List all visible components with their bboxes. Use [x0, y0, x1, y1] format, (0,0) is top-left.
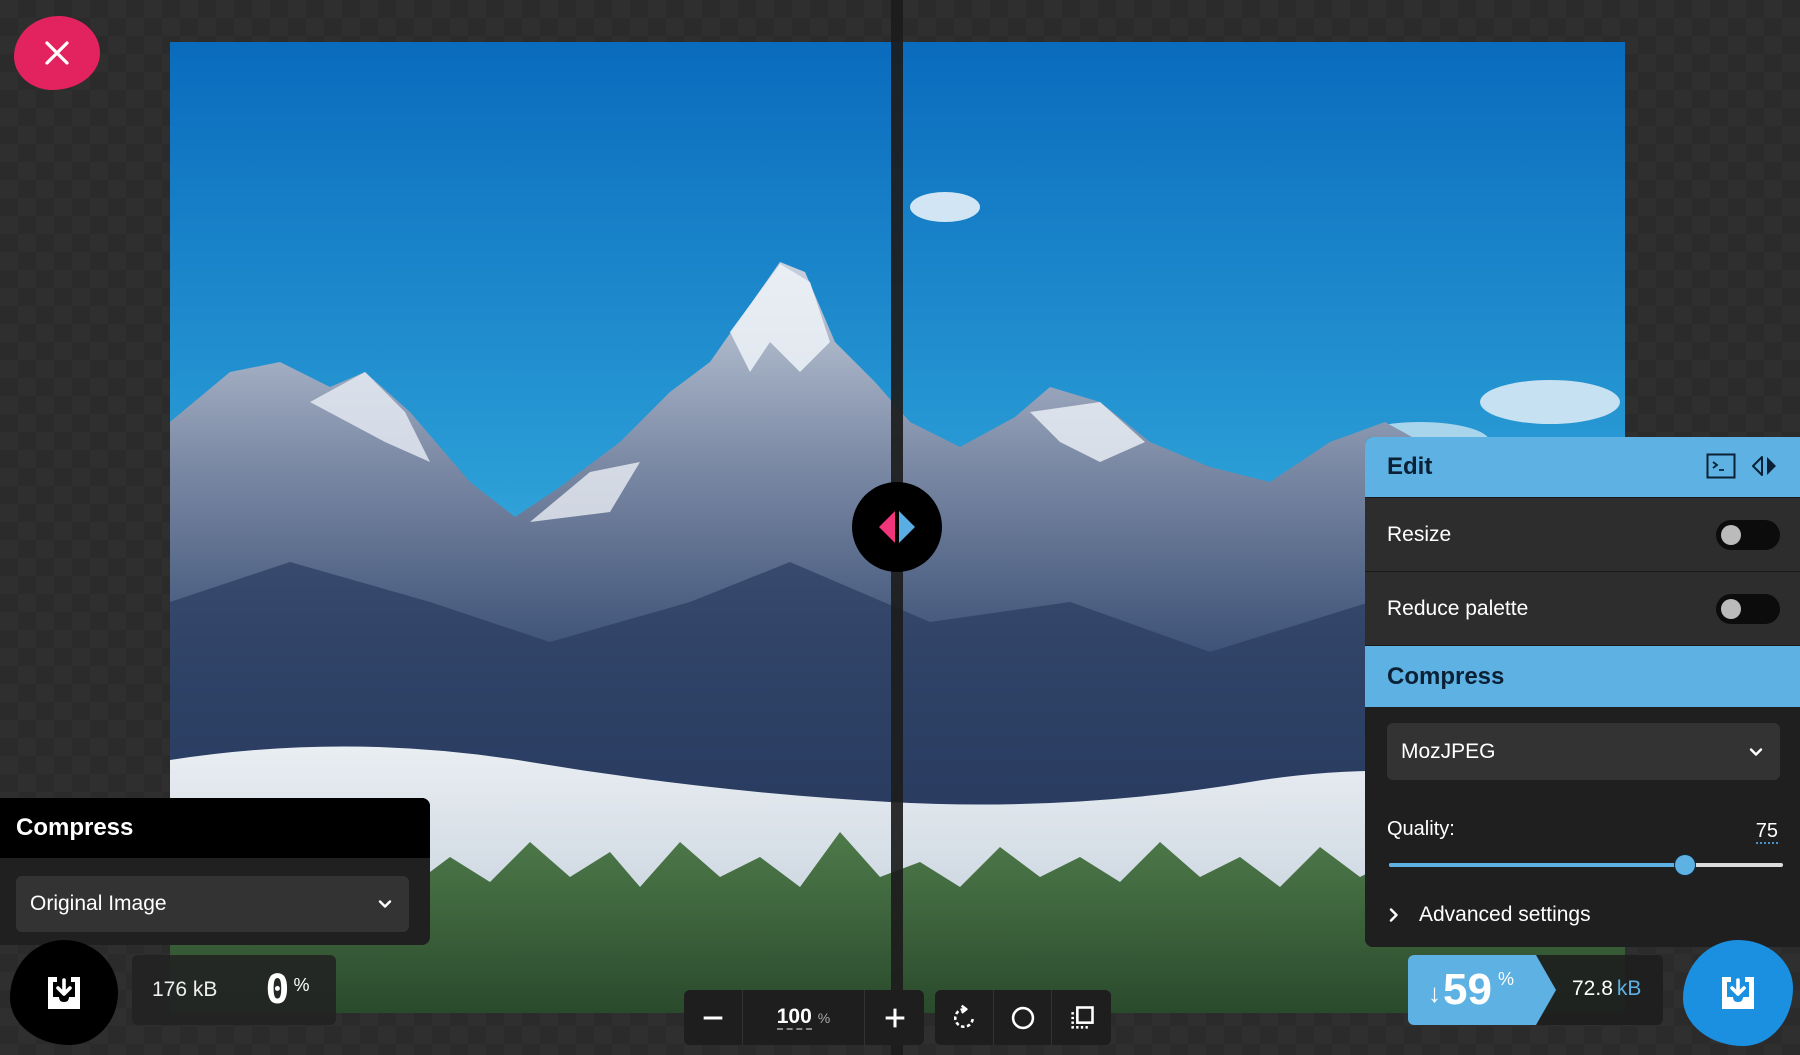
quality-label: Quality: [1387, 818, 1455, 840]
reduce-palette-toggle[interactable] [1716, 593, 1780, 624]
resize-label: Resize [1387, 522, 1452, 546]
left-panel-title: Compress [0, 798, 430, 858]
original-file-size: 176 kB [152, 978, 218, 1001]
circle-icon [1011, 1006, 1034, 1029]
zoom-controls: 100 % [684, 990, 924, 1045]
arrow-left-icon [879, 511, 895, 543]
compress-settings: MozJPEG Quality: 75 Advanced settings [1365, 707, 1800, 947]
minus-icon [703, 1015, 723, 1020]
download-original-button[interactable] [10, 940, 118, 1045]
zoom-value: 100 [776, 1005, 812, 1031]
savings-value: 59 [1443, 965, 1492, 1014]
plus-icon [885, 1008, 904, 1027]
slider-fill [1389, 863, 1685, 867]
savings-unit: % [1497, 969, 1514, 989]
compressed-file-size: 72.8 kB [1572, 977, 1641, 1001]
close-button[interactable] [14, 16, 100, 90]
compress-section-title: Compress [1365, 645, 1800, 707]
swap-sides-icon [1752, 456, 1776, 476]
original-savings-unit: % [293, 975, 310, 995]
download-compressed-button[interactable] [1683, 940, 1793, 1046]
quality-slider[interactable] [1389, 855, 1783, 875]
zoom-in-button[interactable] [865, 990, 924, 1045]
pixel-grid-button[interactable] [1052, 990, 1111, 1045]
advanced-settings-label: Advanced settings [1419, 903, 1591, 926]
terminal-icon [1706, 453, 1736, 479]
edit-panel-title: Edit [1387, 453, 1433, 480]
compressed-size-info: ↓ 59 % 72.8 kB [1408, 955, 1663, 1025]
edit-panel-header: Edit [1365, 437, 1800, 497]
compressed-size-value: 72.8 [1572, 977, 1613, 1000]
original-size-info: 176 kB 0 % [132, 955, 336, 1025]
codec-select[interactable]: MozJPEG [1387, 723, 1780, 780]
down-arrow-icon: ↓ [1428, 977, 1441, 1008]
left-method-select[interactable]: Original Image [16, 876, 409, 932]
advanced-settings-toggle[interactable]: Advanced settings [1387, 903, 1591, 927]
download-icon [1722, 977, 1754, 1009]
reduce-palette-option: Reduce palette [1365, 571, 1800, 645]
copy-settings-button[interactable] [1706, 453, 1736, 479]
savings-badge: ↓ 59 % [1408, 955, 1556, 1025]
rotate-button[interactable] [935, 990, 994, 1045]
crop-icon [1071, 1005, 1094, 1029]
swap-sides-button[interactable] [1750, 454, 1780, 478]
toggle-background-button[interactable] [994, 990, 1053, 1045]
chevron-down-icon [378, 900, 392, 908]
original-savings-value: 0 [265, 967, 290, 1013]
compressed-size-unit: kB [1616, 977, 1642, 1000]
view-tools [935, 990, 1111, 1045]
quality-value-input[interactable]: 75 [1755, 820, 1778, 844]
left-method-value: Original Image [30, 892, 167, 915]
download-icon [48, 976, 80, 1009]
close-icon [45, 41, 69, 65]
zoom-out-button[interactable] [684, 990, 743, 1045]
reduce-palette-label: Reduce palette [1387, 596, 1529, 620]
slider-thumb[interactable] [1674, 855, 1695, 875]
divider-drag-handle[interactable] [852, 482, 942, 572]
rotate-icon [953, 1004, 974, 1028]
chevron-right-icon [1389, 908, 1398, 922]
arrow-right-icon [899, 511, 915, 543]
resize-toggle[interactable] [1716, 519, 1780, 550]
zoom-unit: % [817, 1009, 831, 1026]
left-options-panel: Compress Original Image [0, 798, 430, 945]
codec-value: MozJPEG [1401, 739, 1496, 763]
zoom-level-input[interactable]: 100 % [743, 990, 865, 1045]
resize-option: Resize [1365, 497, 1800, 571]
edit-panel: Edit Resize Reduce palette Compress MozJ… [1365, 437, 1800, 947]
chevron-down-icon [1749, 747, 1763, 756]
